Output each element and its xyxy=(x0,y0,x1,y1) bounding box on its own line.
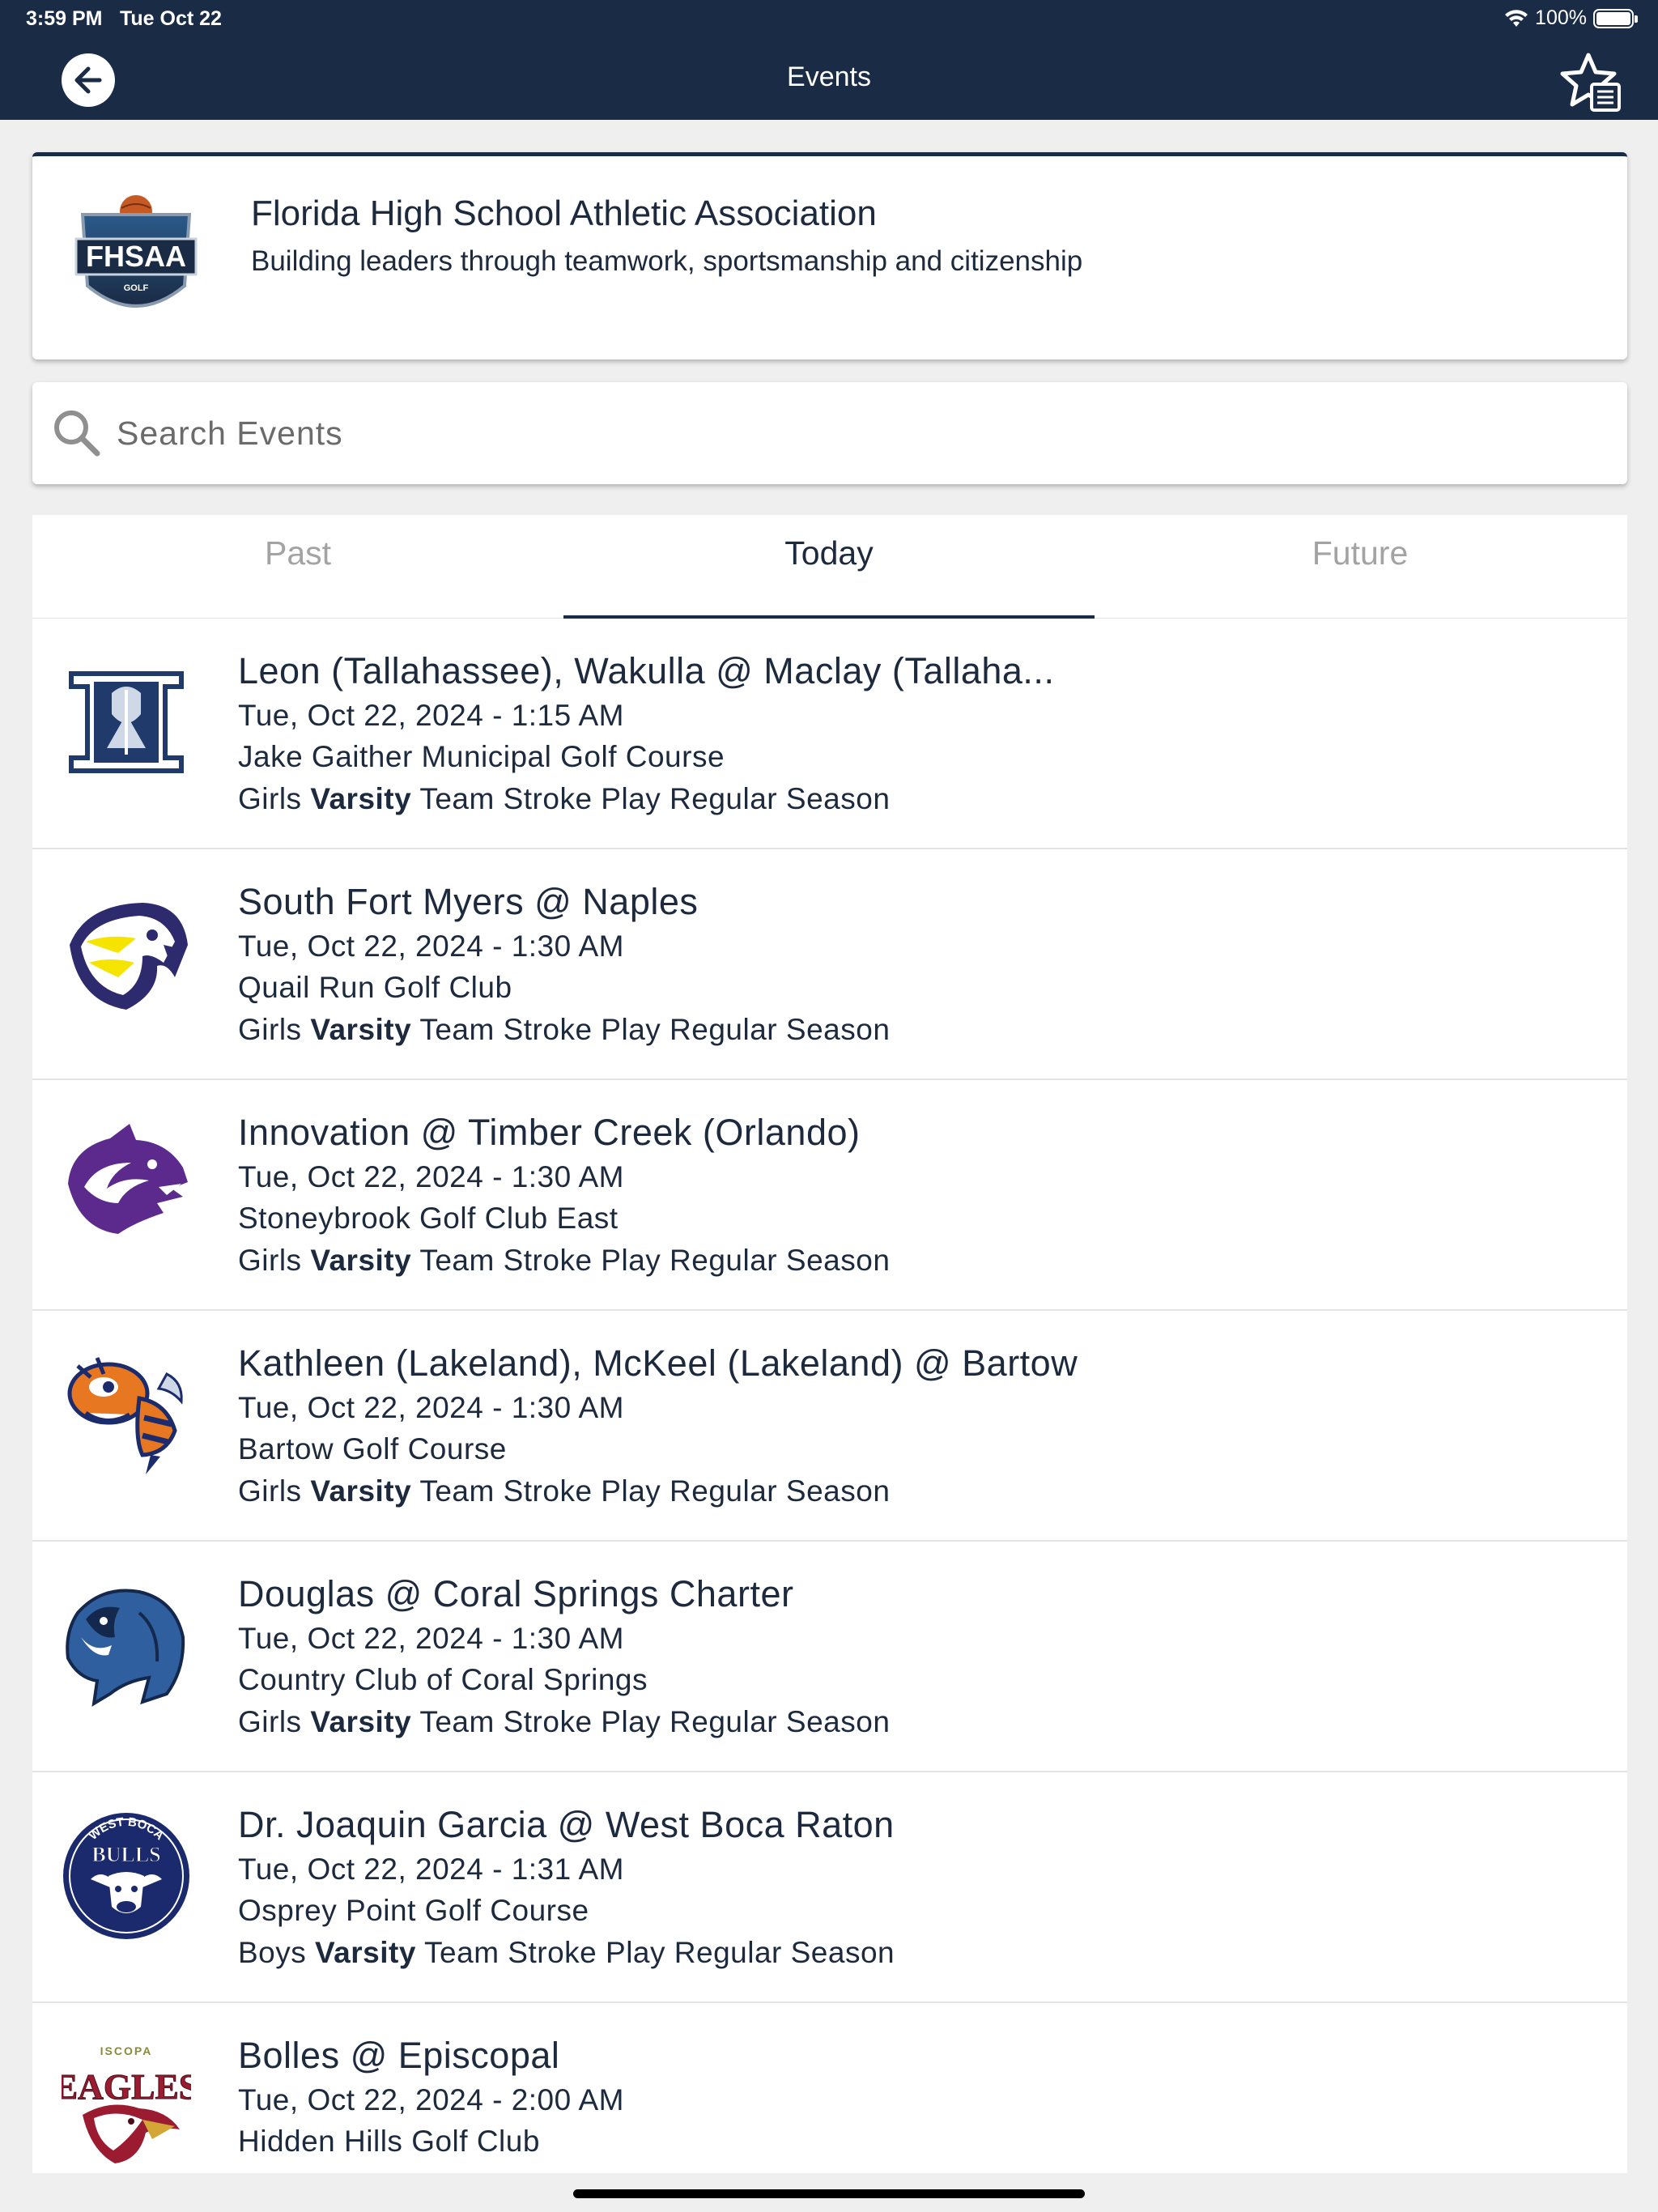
favorites-list-button[interactable] xyxy=(1559,50,1622,113)
event-row[interactable]: South Fort Myers @ Naples Tue, Oct 22, 2… xyxy=(32,849,1627,1080)
event-datetime: Tue, Oct 22, 2024 - 1:31 AM xyxy=(238,1853,624,1886)
bulls-logo-text: BULLS xyxy=(91,1843,160,1866)
event-title: Douglas @ Coral Springs Charter xyxy=(238,1573,794,1614)
wifi-icon xyxy=(1505,9,1528,27)
status-bar: 3:59 PM Tue Oct 22 100% xyxy=(0,0,1658,39)
event-title: South Fort Myers @ Naples xyxy=(238,881,699,922)
event-venue: Country Club of Coral Springs xyxy=(238,1663,648,1697)
panther-logo xyxy=(66,1589,185,1707)
event-venue: Bartow Golf Course xyxy=(238,1432,507,1466)
event-datetime: Tue, Oct 22, 2024 - 1:30 AM xyxy=(238,1391,624,1424)
fhsaa-logo-subtext: GOLF xyxy=(124,283,149,293)
yellowjacket-logo xyxy=(67,1357,183,1474)
eagle-logo xyxy=(70,903,188,1010)
tab-today[interactable]: Today xyxy=(563,515,1095,619)
fhsaa-logo-text: FHSAA xyxy=(86,240,186,273)
maclay-marauder-logo xyxy=(69,671,184,773)
event-row[interactable]: ISCOPA EAGLES Bolles @ Episcopal Tue, Oc… xyxy=(32,2003,1627,2173)
page-title: Events xyxy=(787,62,871,92)
event-row[interactable]: Douglas @ Coral Springs Charter Tue, Oct… xyxy=(32,1542,1627,1772)
organization-tagline: Building leaders through teamwork, sport… xyxy=(251,245,1083,277)
event-title: Kathleen (Lakeland), McKeel (Lakeland) @… xyxy=(238,1342,1078,1384)
eagles-logo: ISCOPA EAGLES xyxy=(62,2044,191,2163)
event-title: Bolles @ Episcopal xyxy=(238,2035,560,2076)
event-row[interactable]: Leon (Tallahassee), Wakulla @ Maclay (Ta… xyxy=(32,619,1627,849)
event-row[interactable]: Innovation @ Timber Creek (Orlando) Tue,… xyxy=(32,1080,1627,1311)
event-category: Girls Varsity Team Stroke Play Regular S… xyxy=(238,1704,891,1738)
star-list-icon xyxy=(1560,53,1621,112)
bulls-logo: WEST BOCA BULLS xyxy=(63,1813,189,1939)
event-venue: Hidden Hills Golf Club xyxy=(238,2125,540,2159)
event-category: Girls Varsity Team Stroke Play Regular S… xyxy=(238,1474,891,1508)
search-icon xyxy=(54,410,100,457)
event-datetime: Tue, Oct 22, 2024 - 1:15 AM xyxy=(238,699,624,732)
organization-card: FHSAA GOLF Florida High School Athletic … xyxy=(32,152,1627,359)
tab-future[interactable]: Future xyxy=(1095,515,1626,619)
event-row[interactable]: WEST BOCA BULLS Dr. Joaquin Garcia @ Wes… xyxy=(32,1772,1627,2003)
battery-icon xyxy=(1593,8,1638,28)
event-datetime: Tue, Oct 22, 2024 - 1:30 AM xyxy=(238,1622,624,1655)
eagles-logo-arc-text: ISCOPA xyxy=(100,2044,153,2057)
home-indicator[interactable] xyxy=(573,2189,1085,2198)
tab-past[interactable]: Past xyxy=(32,515,563,619)
eagles-logo-text: EAGLES xyxy=(62,2067,191,2107)
event-list: Leon (Tallahassee), Wakulla @ Maclay (Ta… xyxy=(32,619,1627,2173)
event-venue: Osprey Point Golf Course xyxy=(238,1894,589,1928)
event-datetime: Tue, Oct 22, 2024 - 1:30 AM xyxy=(238,929,624,963)
event-venue: Jake Gaither Municipal Golf Course xyxy=(238,740,725,774)
event-title: Leon (Tallahassee), Wakulla @ Maclay (Ta… xyxy=(238,650,1055,691)
event-tabs: Past Today Future xyxy=(32,515,1627,619)
wolf-logo xyxy=(68,1124,188,1234)
event-category: Boys Varsity Team Stroke Play Regular Se… xyxy=(238,1935,895,1969)
status-date: Tue Oct 22 xyxy=(120,7,222,30)
event-datetime: Tue, Oct 22, 2024 - 1:30 AM xyxy=(238,1160,624,1193)
fhsaa-logo: FHSAA GOLF xyxy=(74,195,198,308)
status-indicators: 100% xyxy=(1504,6,1638,30)
event-row[interactable]: Kathleen (Lakeland), McKeel (Lakeland) @… xyxy=(32,1311,1627,1542)
event-venue: Stoneybrook Golf Club East xyxy=(238,1202,619,1236)
organization-name: Florida High School Athletic Association xyxy=(251,194,877,233)
event-datetime: Tue, Oct 22, 2024 - 2:00 AM xyxy=(238,2083,624,2116)
search-input[interactable] xyxy=(117,405,1590,462)
event-category: Girls Varsity Team Stroke Play Regular S… xyxy=(238,781,891,815)
event-category: Girls Varsity Team Stroke Play Regular S… xyxy=(238,1243,891,1277)
event-title: Dr. Joaquin Garcia @ West Boca Raton xyxy=(238,1804,895,1845)
battery-percent: 100% xyxy=(1535,6,1587,29)
event-category: Girls Varsity Team Stroke Play Regular S… xyxy=(238,1012,891,1046)
event-title: Innovation @ Timber Creek (Orlando) xyxy=(238,1112,861,1153)
status-time: 3:59 PM xyxy=(26,7,103,30)
search-bar[interactable] xyxy=(32,382,1627,484)
navigation-bar: Events xyxy=(0,39,1658,120)
event-venue: Quail Run Golf Club xyxy=(238,971,512,1005)
